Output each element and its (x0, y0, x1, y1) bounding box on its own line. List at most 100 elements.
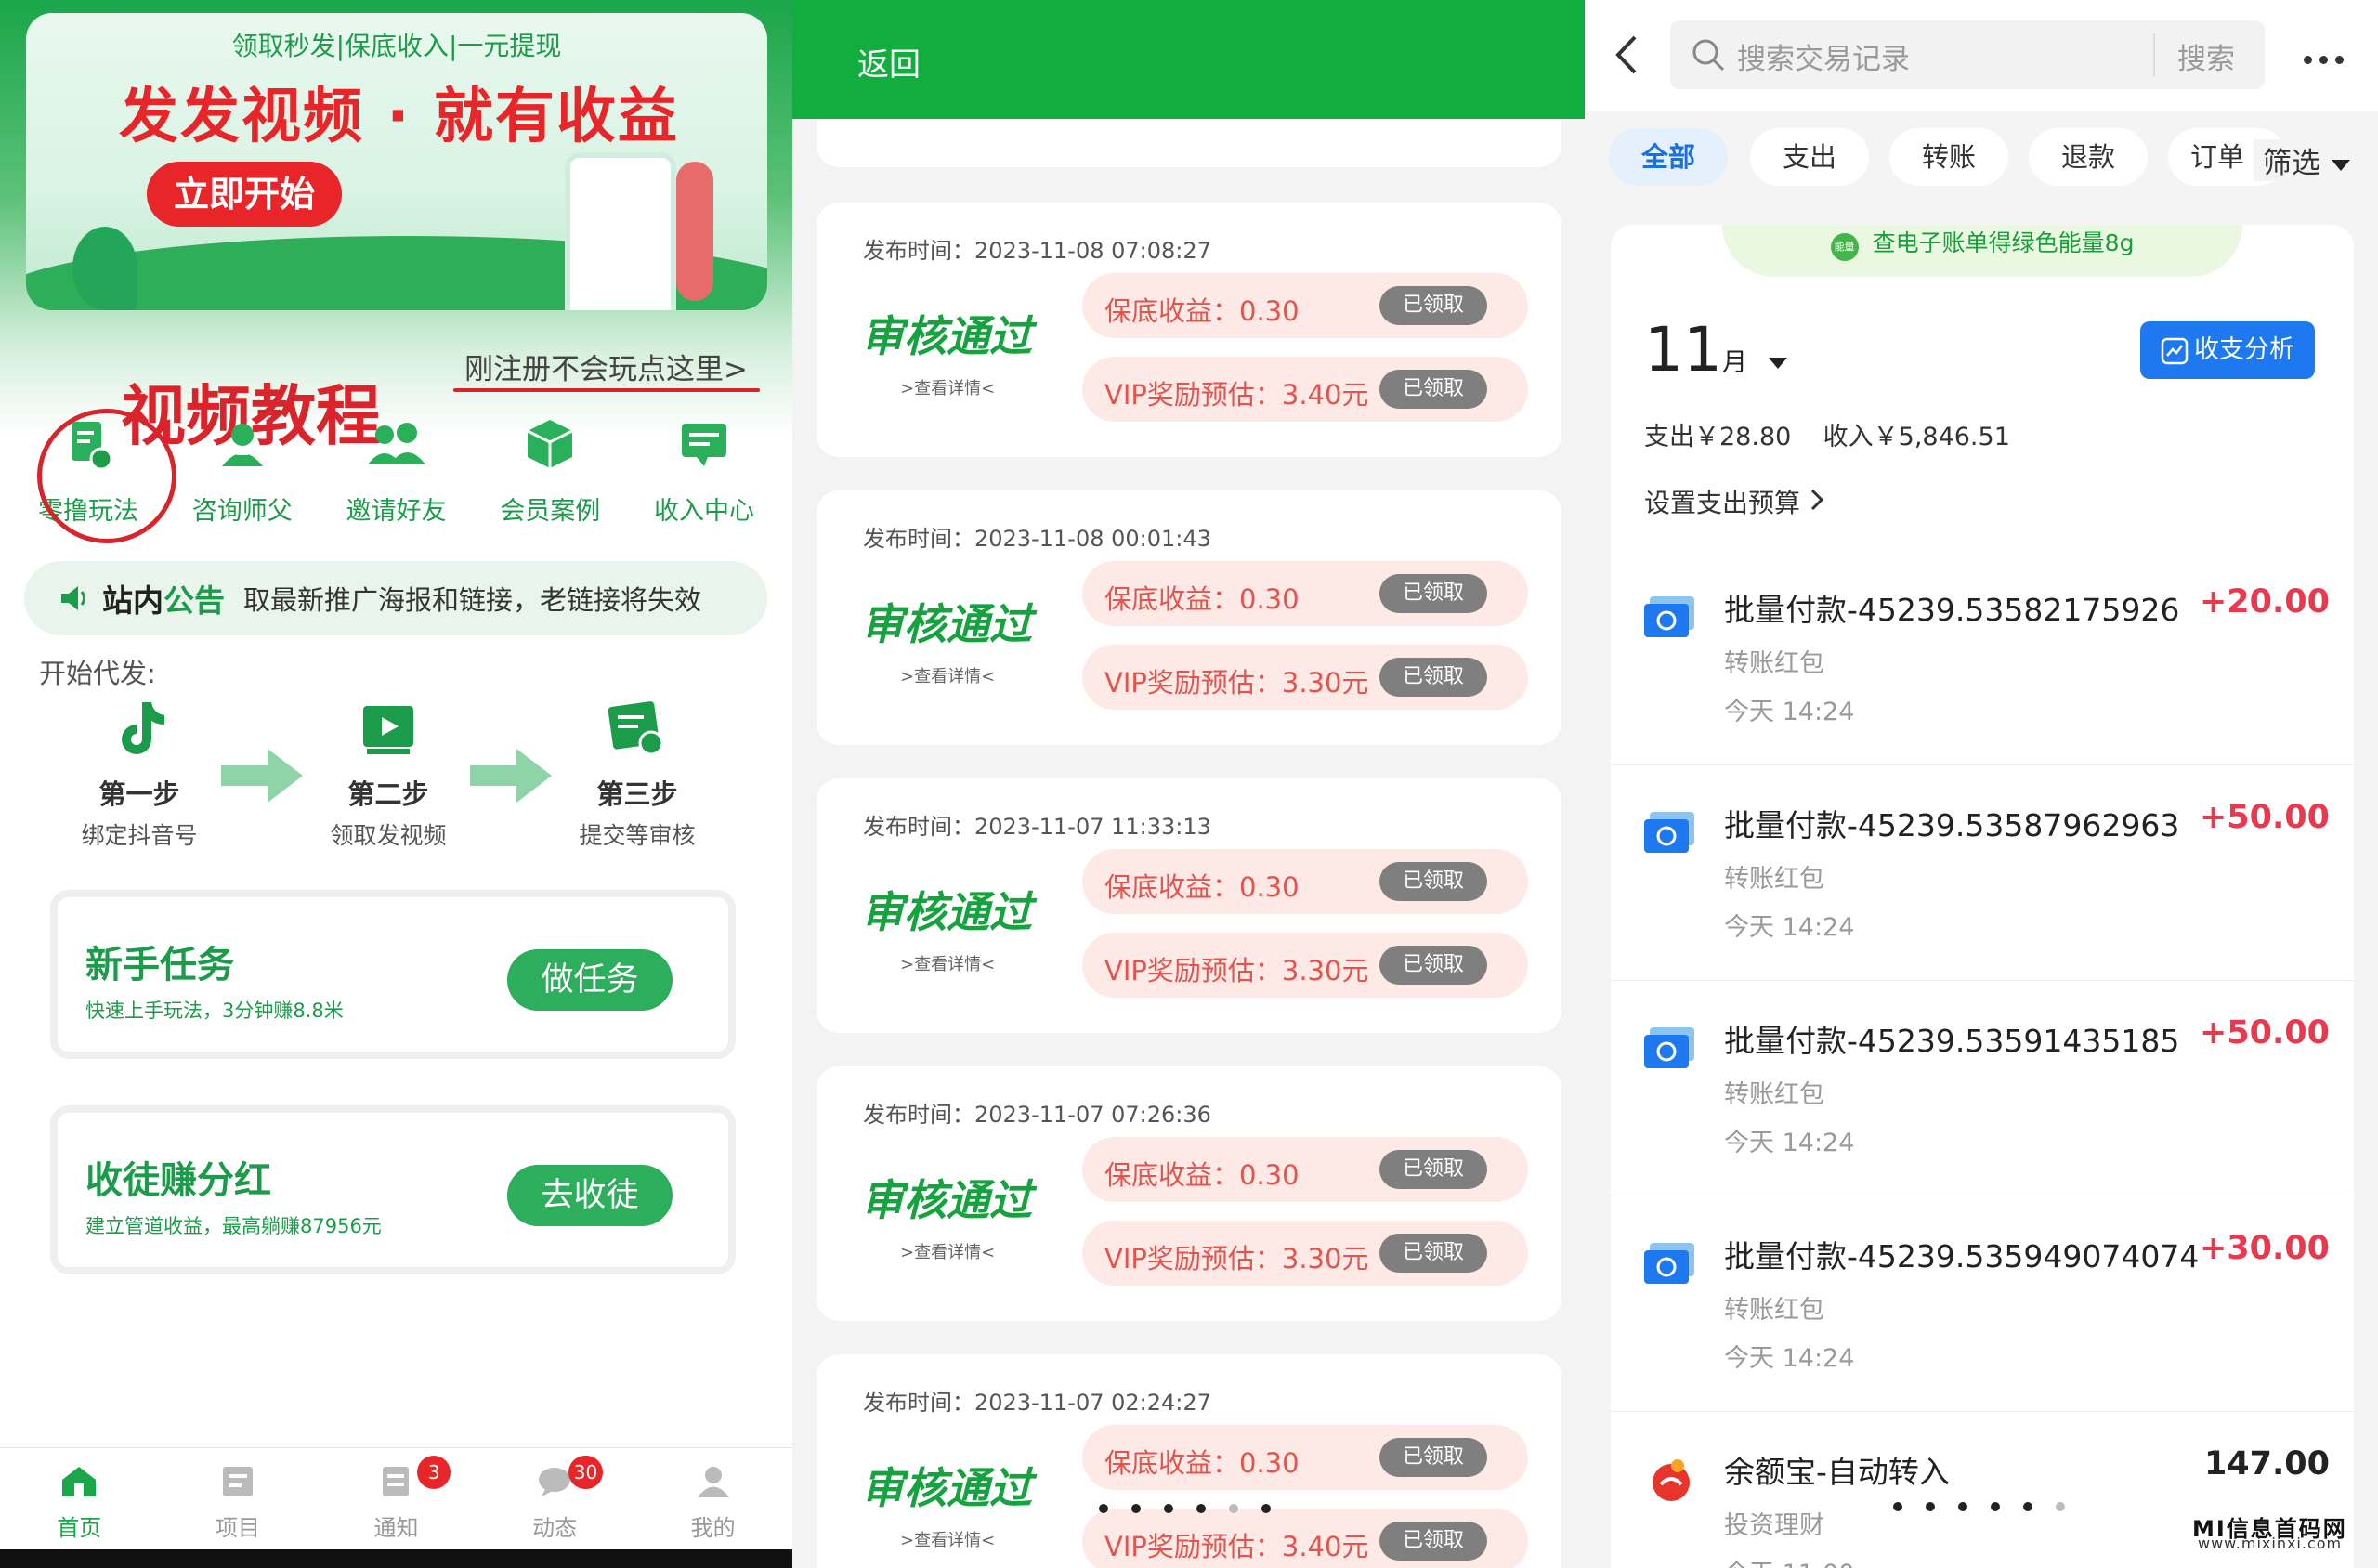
person-icon (221, 424, 263, 466)
base-earning-pill: 保底收益：0.30 已领取 (1082, 561, 1528, 626)
base-earning-pill: 保底收益：0.30 已领取 (1082, 273, 1528, 338)
vip-reward-pill: VIP奖励预估：3.30元 已领取 (1082, 933, 1528, 998)
claimed-button[interactable]: 已领取 (1379, 1438, 1487, 1477)
claimed-button[interactable]: 已领取 (1379, 1234, 1487, 1273)
filter-expense[interactable]: 支出 (1750, 128, 1869, 186)
transaction-amount: 147.00 (2203, 1445, 2330, 1483)
spend-total: 支出￥28.80 (1644, 423, 1792, 451)
record-card[interactable]: 发布时间：2023-11-07 07:26:36 审核通过 >查看详情< 保底收… (817, 1066, 1561, 1321)
back-arrow-icon[interactable] (1613, 32, 1640, 78)
feature-income-center[interactable]: 收入中心 (634, 416, 774, 537)
tab-home[interactable]: 首页 (0, 1448, 159, 1549)
notification-badge: 3 (417, 1456, 451, 1489)
transaction-amount: +30.00 (2199, 1230, 2330, 1267)
transaction-row[interactable]: 批量付款-45239.53587962963 转账红包 今天 14:24 +50… (1611, 765, 2354, 981)
card-subtitle: 建立管道收益，最高躺赚87956元 (85, 1215, 382, 1237)
transaction-list: 批量付款-45239.53582175926 转账红包 今天 14:24 +20… (1611, 550, 2354, 1568)
claimed-button[interactable]: 已领取 (1379, 370, 1487, 409)
claimed-button[interactable]: 已领取 (1379, 658, 1487, 697)
vip-reward-pill: VIP奖励预估：3.30元 已领取 (1082, 645, 1528, 710)
step-one[interactable]: 第一步 绑定抖音号 (56, 697, 223, 851)
tab-updates[interactable]: 30 动态 (476, 1448, 634, 1549)
month-selector[interactable]: 11月 (1644, 314, 1789, 385)
record-time: 发布时间：2023-11-07 02:24:27 (863, 1390, 1211, 1416)
transaction-time: 今天 14:24 (1724, 1344, 1855, 1373)
green-energy-banner[interactable]: 能量 查电子账单得绿色能量8g (1722, 225, 2242, 277)
claimed-button[interactable]: 已领取 (1379, 1150, 1487, 1189)
filter-button[interactable]: 筛选 (2254, 139, 2352, 181)
newbie-help-link[interactable]: 刚注册不会玩点这里> (464, 346, 748, 387)
claimed-button[interactable]: 已领取 (1379, 1522, 1487, 1561)
filter-transfer[interactable]: 转账 (1889, 128, 2008, 186)
view-details-link[interactable]: >查看详情< (900, 663, 995, 687)
banner-subtitle: 领取秒发|保底收入|一元提现 (231, 31, 562, 61)
cube-icon (527, 420, 573, 468)
arrow-right-icon (470, 749, 552, 803)
feature-invite-friends[interactable]: 邀请好友 (327, 416, 466, 537)
filter-all[interactable]: 全部 (1609, 128, 1728, 186)
view-details-link[interactable]: >查看详情< (900, 951, 995, 975)
filter-refund[interactable]: 退款 (2029, 128, 2148, 186)
transaction-amount: +50.00 (2199, 799, 2330, 836)
notice-icon (383, 1467, 410, 1496)
view-details-link[interactable]: >查看详情< (900, 1239, 995, 1263)
do-task-button[interactable]: 做任务 (507, 949, 673, 1011)
base-earning-pill: 保底收益：0.30 已领取 (1082, 1425, 1528, 1490)
record-card[interactable]: 发布时间：2023-11-07 11:33:13 审核通过 >查看详情< 保底收… (817, 778, 1561, 1033)
feature-member-cases[interactable]: 会员案例 (480, 416, 620, 537)
step-two[interactable]: 第二步 领取发视频 (305, 697, 472, 851)
record-card[interactable]: 发布时间：2023-11-08 07:08:27 审核通过 >查看详情< 保底收… (817, 203, 1561, 457)
more-icon[interactable] (2304, 50, 2351, 68)
step-three[interactable]: 第三步 提交等审核 (554, 697, 721, 851)
tab-mine[interactable]: 我的 (634, 1448, 792, 1549)
transaction-row[interactable]: 批量付款-45239.53582175926 转账红包 今天 14:24 +20… (1611, 550, 2354, 765)
claimed-button[interactable]: 已领取 (1379, 286, 1487, 325)
tab-notifications[interactable]: 3 通知 (317, 1448, 476, 1549)
feature-consult-mentor[interactable]: 咨询师父 (173, 416, 312, 537)
transaction-row[interactable]: 批量付款-45239.535949074074 转账红包 今天 14:24 +3… (1611, 1196, 2354, 1412)
search-divider (2153, 33, 2155, 76)
search-icon (1692, 39, 1725, 72)
site-notice-bar[interactable]: 站内 公告 取最新推广海报和链接，老链接将失效 (24, 561, 767, 635)
step-title: 第一步 (98, 778, 180, 810)
search-button[interactable]: 搜索 (2177, 35, 2235, 77)
recruit-button[interactable]: 去收徒 (507, 1165, 673, 1226)
promo-banner[interactable]: 领取秒发|保底收入|一元提现 发发视频 · 就有收益 立即开始 (26, 13, 767, 310)
feature-label: 邀请好友 (346, 497, 447, 526)
tab-label: 动态 (532, 1515, 578, 1541)
back-button[interactable]: 返回 (857, 39, 921, 85)
recruit-card: 收徒赚分红 建立管道收益，最高躺赚87956元 去收徒 (50, 1105, 736, 1274)
card-title: 新手任务 (85, 944, 234, 987)
claimed-button[interactable]: 已领取 (1379, 946, 1487, 985)
record-card[interactable]: 发布时间：2023-11-08 00:01:43 审核通过 >查看详情< 保底收… (817, 490, 1561, 745)
transaction-time: 今天 11:00 (1724, 1553, 1854, 1568)
view-details-link[interactable]: >查看详情< (900, 375, 995, 399)
woman-illustration (676, 162, 713, 301)
energy-icon: 能量 (1830, 232, 1859, 261)
search-input[interactable]: 搜索交易记录 搜索 (1670, 20, 2265, 89)
start-label: 开始代发: (39, 658, 156, 689)
transaction-category: 转账红包 (1724, 1296, 1824, 1325)
transfer-icon (1644, 596, 1694, 637)
record-card[interactable]: 发布时间：2023-11-07 02:24:27 审核通过 >查看详情< 保底收… (817, 1354, 1561, 1568)
user-icon (697, 1467, 729, 1497)
app-home-panel: 领取秒发|保底收入|一元提现 发发视频 · 就有收益 立即开始 视频教程 刚注册… (0, 0, 792, 1568)
arrow-right-icon (221, 749, 303, 803)
tab-projects[interactable]: 项目 (159, 1448, 318, 1549)
view-details-link[interactable]: >查看详情< (900, 1527, 995, 1551)
income-analysis-button[interactable]: 收支分析 (2140, 321, 2315, 379)
records-header: 返回 (792, 0, 1585, 119)
film-icon (363, 706, 413, 754)
step-title: 第三步 (596, 778, 678, 810)
record-time: 发布时间：2023-11-07 11:33:13 (863, 814, 1211, 840)
set-budget-link[interactable]: 设置支出预算 (1644, 483, 1825, 520)
caret-down-icon (1768, 358, 1787, 369)
start-now-button[interactable]: 立即开始 (147, 162, 342, 227)
tab-label: 我的 (690, 1515, 736, 1541)
search-placeholder: 搜索交易记录 (1737, 43, 1910, 76)
claimed-button[interactable]: 已领取 (1379, 862, 1487, 901)
monthly-summary: 能量 查电子账单得绿色能量8g 11月 收支分析 支出￥28.80 收入￥5,8… (1611, 225, 2354, 550)
claimed-button[interactable]: 已领取 (1379, 574, 1487, 613)
transaction-row[interactable]: 批量付款-45239.53591435185 转账红包 今天 14:24 +50… (1611, 981, 2354, 1196)
tab-label: 首页 (57, 1515, 102, 1541)
